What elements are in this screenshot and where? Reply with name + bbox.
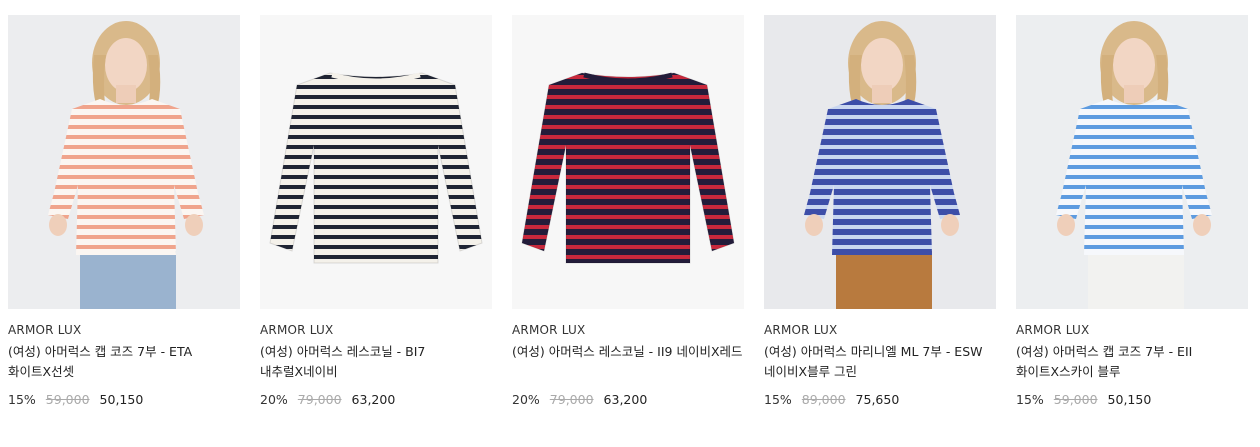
product-image[interactable]: [260, 15, 492, 309]
shirt-illustration: [512, 15, 744, 309]
sale-price: 50,150: [1107, 392, 1152, 407]
price-row: 15% 59,000 50,150: [1016, 392, 1248, 410]
product-card[interactable]: ARMOR LUX (여성) 아머럭스 레스코닐 - BI7 내추럴X네이비 2…: [260, 15, 492, 410]
product-name[interactable]: (여성) 아머럭스 캡 코즈 7부 - EII 화이트X스카이 블루: [1016, 342, 1248, 382]
discount-rate: 15%: [8, 392, 36, 407]
price-row: 15% 89,000 75,650: [764, 392, 996, 410]
product-name[interactable]: (여성) 아머럭스 마리니엘 ML 7부 - ESW 네이비X블루 그린: [764, 342, 996, 382]
product-name[interactable]: (여성) 아머럭스 레스코닐 - II9 네이비X레드: [512, 342, 744, 382]
product-image[interactable]: [1016, 15, 1248, 309]
discount-rate: 15%: [1016, 392, 1044, 407]
price-row: 20% 79,000 63,200: [512, 392, 744, 410]
sale-price: 63,200: [351, 392, 396, 407]
product-brand: ARMOR LUX: [764, 323, 838, 337]
price-row: 15% 59,000 50,150: [8, 392, 240, 410]
discount-rate: 20%: [512, 392, 540, 407]
discount-rate: 15%: [764, 392, 792, 407]
original-price: 79,000: [549, 392, 594, 407]
product-brand: ARMOR LUX: [8, 323, 82, 337]
product-image[interactable]: [512, 15, 744, 309]
product-image[interactable]: [8, 15, 240, 309]
shirt-illustration: [260, 15, 492, 309]
sale-price: 75,650: [855, 392, 900, 407]
product-card[interactable]: ARMOR LUX (여성) 아머럭스 레스코닐 - II9 네이비X레드 20…: [512, 15, 744, 410]
product-card[interactable]: ARMOR LUX (여성) 아머럭스 캡 코즈 7부 - EII 화이트X스카…: [1016, 15, 1248, 410]
sale-price: 63,200: [603, 392, 648, 407]
original-price: 89,000: [801, 392, 846, 407]
original-price: 59,000: [45, 392, 90, 407]
product-card[interactable]: ARMOR LUX (여성) 아머럭스 캡 코즈 7부 - ETA 화이트X선셋…: [8, 15, 240, 410]
original-price: 79,000: [297, 392, 342, 407]
price-row: 20% 79,000 63,200: [260, 392, 492, 410]
discount-rate: 20%: [260, 392, 288, 407]
product-card[interactable]: ARMOR LUX (여성) 아머럭스 마리니엘 ML 7부 - ESW 네이비…: [764, 15, 996, 410]
product-name[interactable]: (여성) 아머럭스 캡 코즈 7부 - ETA 화이트X선셋: [8, 342, 240, 382]
product-brand: ARMOR LUX: [1016, 323, 1090, 337]
shirt-illustration: [764, 15, 996, 309]
product-image[interactable]: [764, 15, 996, 309]
product-brand: ARMOR LUX: [260, 323, 334, 337]
product-name[interactable]: (여성) 아머럭스 레스코닐 - BI7 내추럴X네이비: [260, 342, 492, 382]
shirt-illustration: [1016, 15, 1248, 309]
original-price: 59,000: [1053, 392, 1098, 407]
shirt-illustration: [8, 15, 240, 309]
sale-price: 50,150: [99, 392, 144, 407]
product-grid: ARMOR LUX (여성) 아머럭스 캡 코즈 7부 - ETA 화이트X선셋…: [8, 15, 1248, 410]
product-brand: ARMOR LUX: [512, 323, 586, 337]
